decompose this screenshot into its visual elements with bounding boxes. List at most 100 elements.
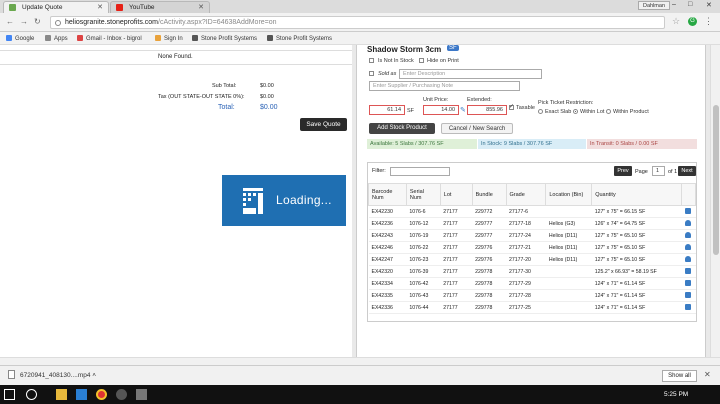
product-title: Shadow Storm 3cm bbox=[367, 45, 442, 54]
reload-icon[interactable]: ↻ bbox=[34, 17, 41, 26]
bookmark-sign-in[interactable]: Sign In bbox=[155, 35, 183, 42]
quantity-input[interactable]: 61.14 bbox=[369, 105, 405, 115]
column-header[interactable]: Location (Bin) bbox=[545, 183, 593, 206]
add-stock-product-button[interactable]: Add Stock Product bbox=[369, 123, 435, 134]
bookmark-apps[interactable]: Apps bbox=[45, 35, 68, 42]
within-lot-radio[interactable] bbox=[573, 109, 578, 114]
not-in-stock-label: Is Not In Stock bbox=[378, 58, 414, 64]
cell-serial: 1076-42 bbox=[406, 277, 441, 290]
chevron-up-icon[interactable]: ˄ bbox=[92, 372, 96, 379]
column-header[interactable]: Barcode Num bbox=[368, 183, 407, 206]
save-quote-button[interactable]: Save Quote bbox=[300, 118, 347, 131]
minimize-icon[interactable]: – bbox=[672, 1, 676, 8]
bookmark-star-icon[interactable]: ☆ bbox=[672, 16, 680, 27]
column-header[interactable]: Bundle bbox=[471, 183, 507, 206]
page-number-input[interactable]: 1 bbox=[652, 166, 665, 176]
horizontal-scrollbar[interactable] bbox=[0, 357, 720, 365]
quantity-unit: SF bbox=[407, 108, 415, 114]
download-item[interactable]: 6720941_408130....mp4 ˄ bbox=[8, 370, 96, 379]
in-stock-status: In Stock: 9 Slabs / 307.76 SF bbox=[478, 139, 586, 149]
url-bar[interactable]: heliosgranite.stoneprofits.com/cActivity… bbox=[50, 16, 665, 29]
table-row[interactable]: EX42236 1076-12 27177 229777 27177-18 Helios … bbox=[368, 217, 696, 230]
hand-icon[interactable] bbox=[685, 231, 692, 238]
cell-barcode: EX42334 bbox=[368, 277, 407, 290]
show-all-button[interactable]: Show all bbox=[662, 370, 697, 382]
table-row[interactable]: EX42243 1076-19 27177 229777 27177-24 Helios … bbox=[368, 229, 696, 242]
cell-serial: 1076-19 bbox=[406, 229, 441, 242]
chrome-icon[interactable] bbox=[96, 389, 107, 400]
tab-update-quote[interactable]: Update Quote ✕ bbox=[3, 1, 109, 13]
table-row[interactable]: EX42334 1076-42 27177 229778 27177-29 124" x … bbox=[368, 277, 696, 290]
url-host: heliosgranite.stoneprofits.com bbox=[65, 19, 158, 26]
tab-youtube[interactable]: YouTube ✕ bbox=[110, 1, 210, 13]
back-arrow-icon[interactable]: ← bbox=[6, 17, 14, 26]
edge-icon[interactable] bbox=[76, 389, 87, 400]
grammarly-extension-icon[interactable]: G bbox=[688, 17, 697, 26]
column-header[interactable]: Quantity bbox=[591, 183, 682, 206]
app-icon[interactable] bbox=[136, 389, 147, 400]
file-icon bbox=[8, 370, 15, 379]
scrollbar-thumb[interactable] bbox=[713, 105, 719, 255]
bookmark-google[interactable]: Google bbox=[6, 35, 34, 42]
app-icon[interactable] bbox=[116, 389, 127, 400]
cell-grade: 27177-29 bbox=[506, 277, 546, 290]
maximize-icon[interactable]: □ bbox=[688, 1, 692, 8]
profile-button[interactable]: Dahlman bbox=[638, 1, 671, 10]
sold-as-checkbox[interactable] bbox=[369, 71, 374, 76]
hand-icon[interactable] bbox=[685, 219, 692, 226]
table-row[interactable]: EX42336 1076-44 27177 229778 27177-25 124" x … bbox=[368, 301, 696, 314]
column-header[interactable]: Grade bbox=[505, 183, 547, 206]
cell-serial: 1076-44 bbox=[406, 301, 441, 314]
hand-icon[interactable] bbox=[685, 255, 692, 262]
price-lookup-icon[interactable]: ✎ bbox=[460, 106, 466, 114]
file-explorer-icon[interactable] bbox=[56, 389, 67, 400]
within-product-radio[interactable] bbox=[606, 109, 611, 114]
bookmarks-bar: Google Apps Gmail - Inbox - bigrol Sign … bbox=[0, 32, 720, 45]
pick-icon[interactable] bbox=[685, 291, 692, 298]
cancel-new-search-button[interactable]: Cancel / New Search bbox=[441, 123, 513, 134]
not-in-stock-checkbox[interactable] bbox=[369, 58, 374, 63]
supplier-note-input[interactable]: Enter Supplier / Purchasing Note bbox=[369, 81, 520, 91]
close-tab-icon[interactable]: ✕ bbox=[198, 3, 204, 11]
table-row[interactable]: EX42246 1076-22 27177 229776 27177-21 Helios … bbox=[368, 241, 696, 254]
window-close-icon[interactable]: ✕ bbox=[706, 1, 712, 9]
cell-location bbox=[545, 205, 592, 218]
prev-page-button[interactable]: Prev bbox=[614, 166, 632, 176]
search-icon[interactable] bbox=[26, 389, 37, 400]
hide-on-print-checkbox[interactable] bbox=[419, 58, 424, 63]
row-action-cell bbox=[681, 301, 696, 314]
sold-as-label: Sold as bbox=[378, 71, 397, 77]
close-tab-icon[interactable]: ✕ bbox=[97, 3, 103, 11]
exact-slab-radio[interactable] bbox=[538, 109, 543, 114]
bookmark-stone-profit-2[interactable]: Stone Profit Systems bbox=[267, 35, 332, 42]
extended-input[interactable]: 855.96 bbox=[467, 105, 507, 115]
column-header[interactable]: Serial Num bbox=[405, 183, 441, 206]
cell-bundle: 229776 bbox=[472, 241, 506, 254]
column-header[interactable]: Lot bbox=[439, 183, 473, 206]
chrome-menu-icon[interactable]: ⋮ bbox=[704, 16, 713, 27]
table-row[interactable]: EX42247 1076-23 27177 229776 27177-20 Helios … bbox=[368, 253, 696, 266]
table-row[interactable]: EX42320 1076-39 27177 229778 27177-30 125.2" … bbox=[368, 265, 696, 278]
hand-icon[interactable] bbox=[685, 243, 692, 250]
cell-lot: 27177 bbox=[440, 205, 473, 218]
close-download-bar-icon[interactable]: ✕ bbox=[704, 370, 711, 379]
table-row[interactable]: EX42335 1076-43 27177 229778 27177-28 124" x … bbox=[368, 289, 696, 302]
filter-input[interactable] bbox=[390, 167, 450, 176]
bookmark-gmail[interactable]: Gmail - Inbox - bigrol bbox=[77, 35, 142, 42]
info-icon[interactable] bbox=[55, 20, 61, 26]
in-transit-status: In Transit: 0 Slabs / 0.00 SF bbox=[587, 139, 697, 149]
page-scrollbar[interactable] bbox=[710, 45, 720, 357]
pick-icon[interactable] bbox=[685, 207, 692, 214]
windows-start-icon[interactable] bbox=[4, 389, 15, 400]
pick-icon[interactable] bbox=[685, 267, 692, 274]
unit-price-input[interactable]: 14.00 bbox=[423, 105, 459, 115]
description-input[interactable]: Enter Description bbox=[399, 69, 542, 79]
pick-icon[interactable] bbox=[685, 303, 692, 310]
next-page-button[interactable]: Next bbox=[678, 166, 696, 176]
subtotal-value: $0.00 bbox=[260, 83, 274, 89]
pick-icon[interactable] bbox=[685, 279, 692, 286]
page-count: of 1 bbox=[668, 169, 678, 175]
table-row[interactable]: EX42230 1076-6 27177 229772 27177-6 127" x 75… bbox=[368, 205, 696, 218]
bookmark-stone-profit-1[interactable]: Stone Profit Systems bbox=[192, 35, 257, 42]
forward-arrow-icon[interactable]: → bbox=[20, 17, 28, 26]
